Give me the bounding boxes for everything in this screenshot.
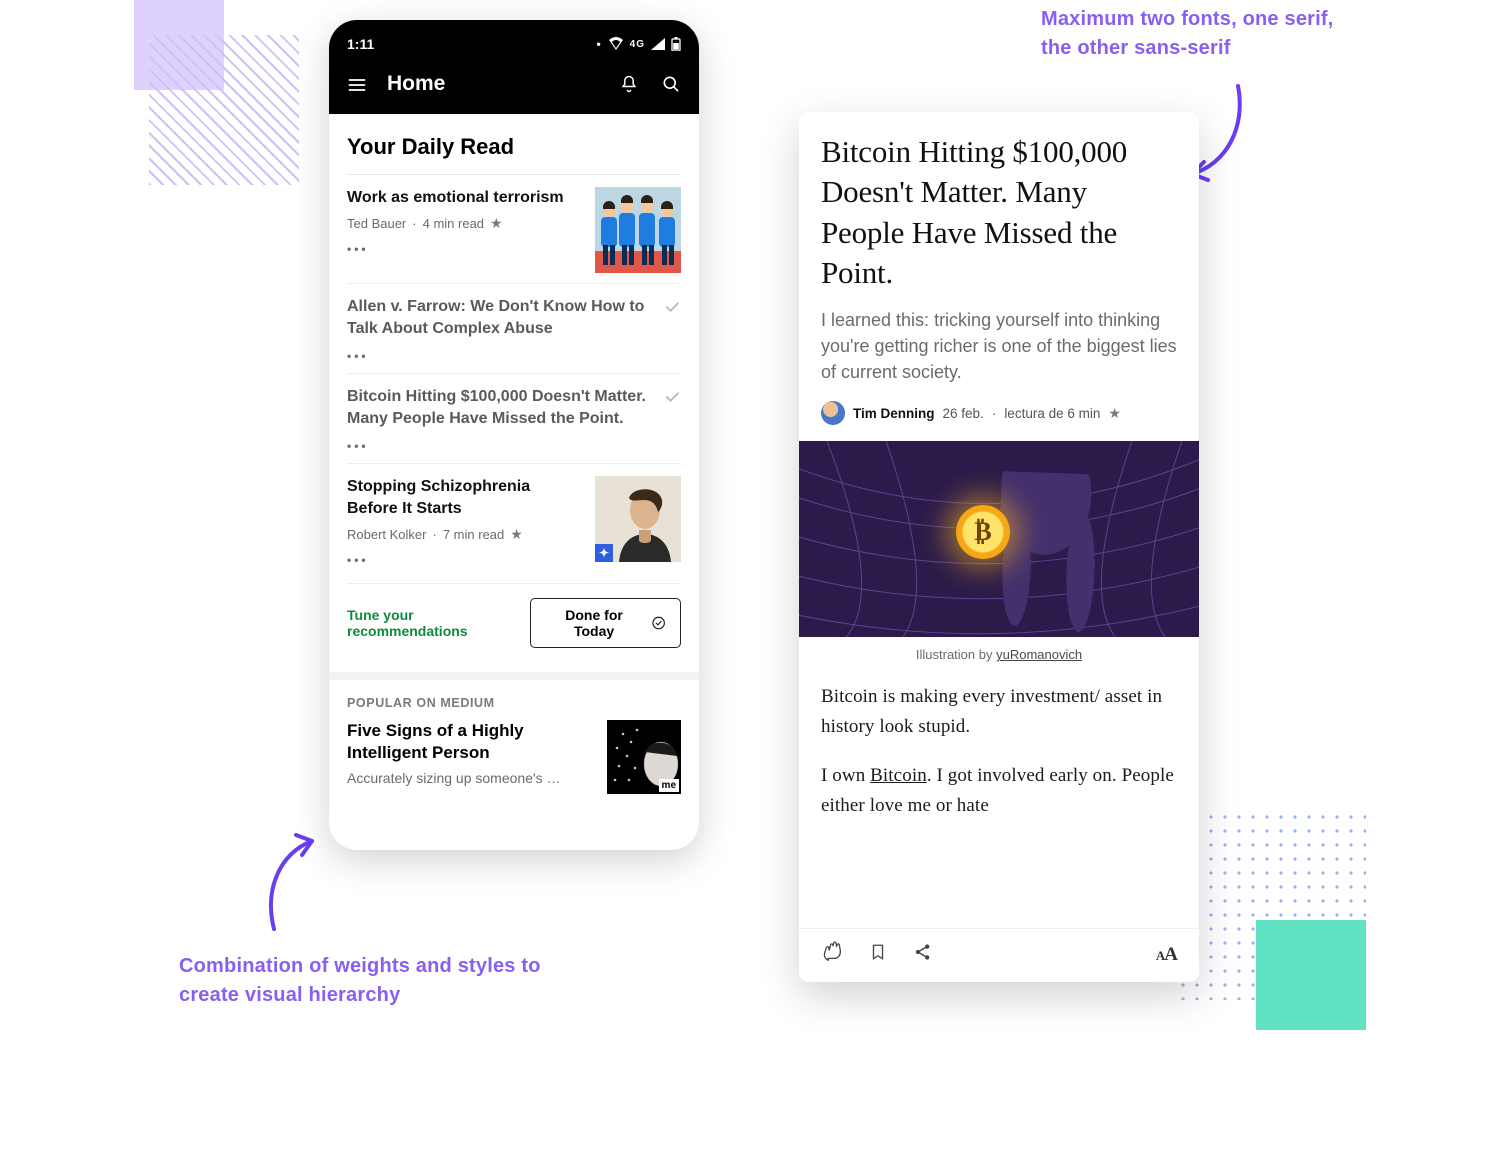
more-icon[interactable]: ••• xyxy=(347,553,581,567)
article-paragraph: Bitcoin is making every investment/ asse… xyxy=(821,682,1177,741)
done-for-today-button[interactable]: Done for Today xyxy=(530,598,681,648)
check-icon xyxy=(663,388,681,453)
more-icon[interactable]: ••• xyxy=(347,242,581,256)
more-icon[interactable]: ••• xyxy=(347,349,649,363)
article-title: Stopping Schizophrenia Before It Starts xyxy=(347,476,581,519)
done-label: Done for Today xyxy=(545,607,642,639)
article-author: Ted Bauer xyxy=(347,216,406,231)
hero-hand xyxy=(996,471,1112,638)
status-time: 1:11 xyxy=(347,36,374,52)
wifi-icon xyxy=(608,37,624,51)
article-item[interactable]: Stopping Schizophrenia Before It Starts … xyxy=(347,464,681,576)
star-icon: ★ xyxy=(510,526,523,543)
section-title: Your Daily Read xyxy=(347,128,681,174)
menu-icon[interactable] xyxy=(347,74,367,94)
bell-icon[interactable] xyxy=(619,74,639,94)
author-name[interactable]: Tim Denning xyxy=(853,406,935,421)
phone-home-feed: 1:11 • 4G Home xyxy=(329,20,699,850)
annotation-hierarchy: Combination of weights and styles to cre… xyxy=(179,952,549,1010)
thumbnail-badge: me xyxy=(659,779,679,792)
article-title: Work as emotional terrorism xyxy=(347,187,581,209)
article-thumbnail: ✦ xyxy=(595,476,681,562)
article-readtime: lectura de 6 min xyxy=(1004,406,1100,421)
article-title: Allen v. Farrow: We Don't Know How to Ta… xyxy=(347,296,649,339)
hero-caption: Illustration by yuRomanovich xyxy=(821,647,1177,662)
inline-link[interactable]: Bitcoin xyxy=(870,765,927,786)
signal-icon xyxy=(651,38,665,50)
clap-icon[interactable] xyxy=(821,941,843,968)
star-icon: ★ xyxy=(490,215,503,232)
phone-article-view: Bitcoin Hitting $100,000 Doesn't Matter.… xyxy=(799,112,1199,982)
bookmark-icon[interactable] xyxy=(869,942,887,967)
popular-label: POPULAR ON MEDIUM xyxy=(347,696,681,710)
article-byline: Tim Denning 26 feb. · lectura de 6 min ★ xyxy=(821,401,1177,425)
decoration-stripes xyxy=(149,35,299,185)
article-paragraph: I own Bitcoin. I got involved early on. … xyxy=(821,761,1177,820)
search-icon[interactable] xyxy=(661,74,681,94)
tune-recommendations-link[interactable]: Tune your recommendations xyxy=(347,607,530,639)
article-title: Bitcoin Hitting $100,000 Doesn't Matter.… xyxy=(347,386,649,429)
popular-item[interactable]: Five Signs of a Highly Intelligent Perso… xyxy=(347,720,681,794)
text-size-button[interactable]: AA xyxy=(1156,944,1177,966)
author-avatar[interactable] xyxy=(821,401,845,425)
article-readtime: 4 min read xyxy=(423,216,484,231)
network-label: 4G xyxy=(630,39,645,50)
popular-subtitle: Accurately sizing up someone's … xyxy=(347,770,593,786)
article-item[interactable]: Bitcoin Hitting $100,000 Doesn't Matter.… xyxy=(347,374,681,464)
nav-title: Home xyxy=(387,72,445,96)
status-bar: 1:11 • 4G xyxy=(347,30,681,60)
article-meta: Ted Bauer · 4 min read ★ xyxy=(347,215,581,232)
article-date: 26 feb. xyxy=(943,406,984,421)
article-item[interactable]: Work as emotional terrorism Ted Bauer · … xyxy=(347,175,681,284)
plus-badge-icon: ✦ xyxy=(595,544,613,562)
annotation-fonts: Maximum two fonts, one serif, the other … xyxy=(1041,5,1361,63)
hero-coin-icon: ₿ xyxy=(956,505,1010,559)
article-thumbnail xyxy=(595,187,681,273)
popular-section: POPULAR ON MEDIUM Five Signs of a Highly… xyxy=(329,672,699,794)
more-icon[interactable]: ••• xyxy=(347,439,649,453)
article-readtime: 7 min read xyxy=(443,527,504,542)
annotation-arrow-bottom xyxy=(254,829,334,944)
check-icon xyxy=(663,298,681,363)
popular-thumbnail: me xyxy=(607,720,681,794)
popular-title: Five Signs of a Highly Intelligent Perso… xyxy=(347,720,593,764)
star-icon: ★ xyxy=(1108,405,1121,422)
article-action-bar: AA xyxy=(799,928,1199,982)
article-item[interactable]: Allen v. Farrow: We Don't Know How to Ta… xyxy=(347,284,681,374)
article-hero-image: ₿ xyxy=(799,441,1199,637)
dot-icon: • xyxy=(596,37,601,51)
check-circle-icon xyxy=(651,615,666,631)
status-icons: • 4G xyxy=(596,37,681,51)
article-subtitle: I learned this: tricking yourself into t… xyxy=(821,307,1177,385)
battery-icon xyxy=(671,37,681,51)
article-headline: Bitcoin Hitting $100,000 Doesn't Matter.… xyxy=(821,132,1177,293)
article-author: Robert Kolker xyxy=(347,527,426,542)
article-meta: Robert Kolker · 7 min read ★ xyxy=(347,526,581,543)
decoration-teal-square xyxy=(1256,920,1366,1030)
caption-credit-link[interactable]: yuRomanovich xyxy=(996,647,1082,662)
share-icon[interactable] xyxy=(913,942,933,967)
